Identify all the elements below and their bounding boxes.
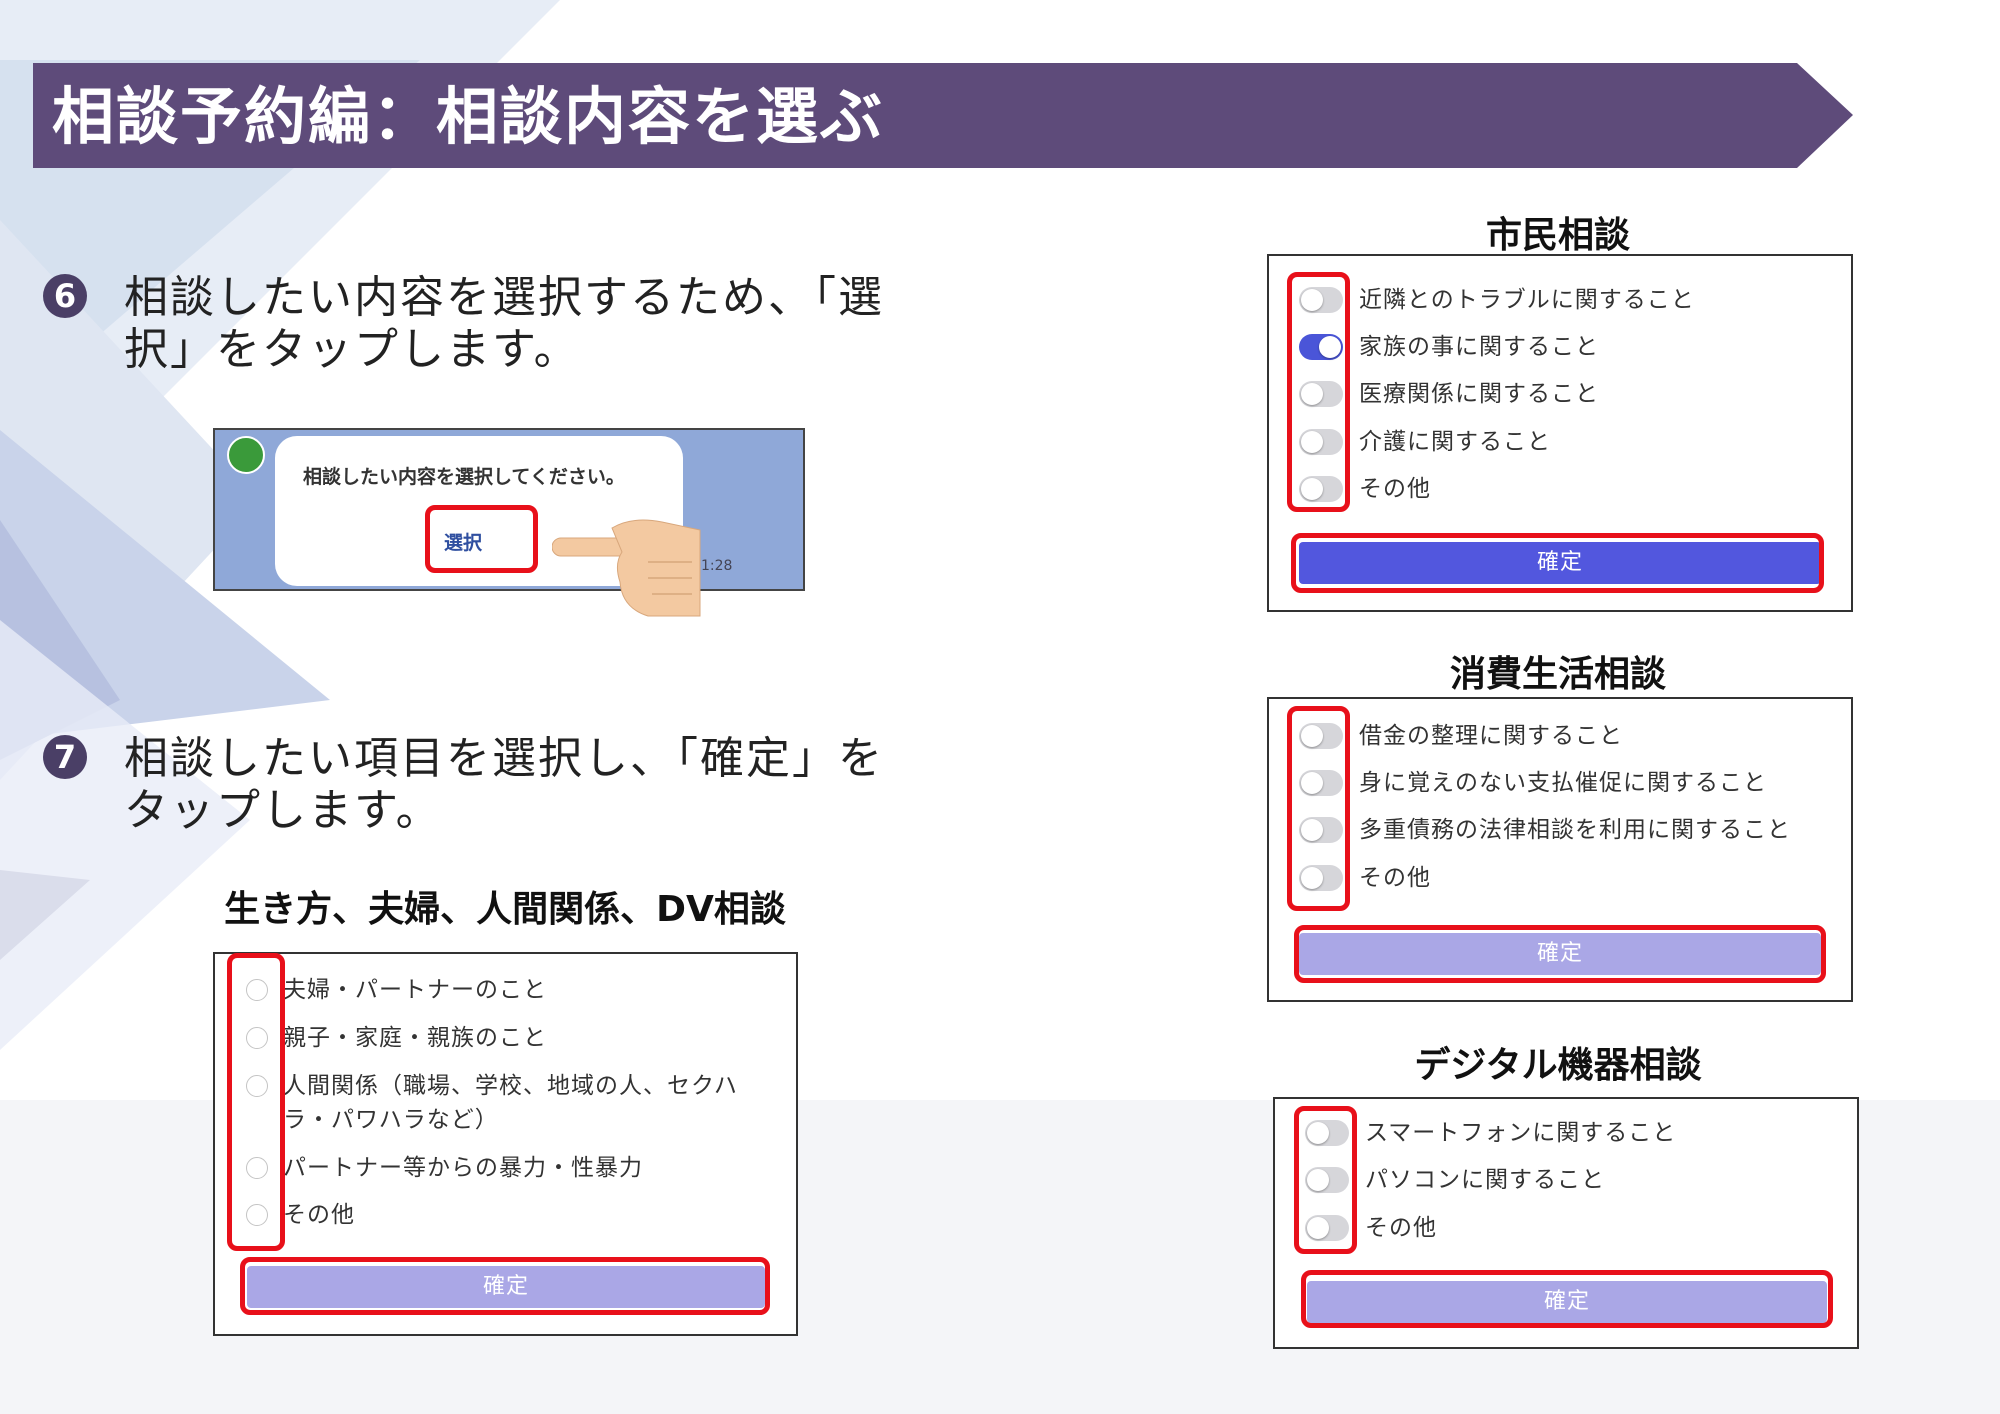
confirm-button[interactable]: 確定 bbox=[1307, 1281, 1827, 1323]
chat-message: 相談したい内容を選択してください。 bbox=[303, 466, 625, 488]
toggle-switch[interactable] bbox=[1299, 476, 1343, 502]
toggle-switch[interactable] bbox=[1299, 817, 1343, 843]
option-label: 介護に関すること bbox=[1359, 429, 1551, 455]
step-6-badge: 6 bbox=[43, 274, 87, 318]
option-label: パートナー等からの暴力・性暴力 bbox=[283, 1155, 643, 1181]
digital-heading: デジタル機器相談 bbox=[1414, 1045, 1702, 1086]
option-label: その他 bbox=[1359, 865, 1431, 891]
step-7-line1: 相談したい項目を選択し、「確定」を bbox=[124, 733, 884, 784]
step-6-text: 相談したい内容を選択するため、「選 択」をタップします。 bbox=[124, 272, 904, 376]
ikikata-panel: 夫婦・パートナーのこと 親子・家庭・親族のこと 人間関係（職場、学校、地域の人、… bbox=[213, 952, 798, 1336]
option-label: その他 bbox=[1365, 1215, 1437, 1241]
toggle-switch[interactable] bbox=[1305, 1120, 1349, 1146]
page-title: 相談予約編：相談内容を選ぶ bbox=[52, 80, 885, 153]
radio-option[interactable] bbox=[246, 979, 268, 1001]
chat-preview: 相談したい内容を選択してください。 選択 1:28 bbox=[213, 428, 805, 591]
shohi-heading: 消費生活相談 bbox=[1449, 654, 1666, 695]
option-label: 多重債務の法律相談を利用に関すること bbox=[1359, 817, 1791, 843]
radio-option[interactable] bbox=[246, 1157, 268, 1179]
option-label: 医療関係に関すること bbox=[1359, 381, 1599, 407]
option-label: パソコンに関すること bbox=[1365, 1167, 1605, 1193]
toggle-switch[interactable] bbox=[1305, 1215, 1349, 1241]
confirm-button[interactable]: 確定 bbox=[1299, 542, 1821, 584]
step-6-line1: 相談したい内容を選択するため、「選 bbox=[124, 272, 884, 323]
option-label: 近隣とのトラブルに関すること bbox=[1359, 287, 1695, 313]
pointing-hand-icon bbox=[552, 519, 701, 617]
option-label-continued: ラ・パワハラなど） bbox=[283, 1107, 499, 1133]
radio-option[interactable] bbox=[246, 1027, 268, 1049]
ikikata-heading: 生き方、夫婦、人間関係、DV相談 bbox=[224, 889, 786, 930]
option-label: 借金の整理に関すること bbox=[1359, 723, 1623, 749]
confirm-button[interactable]: 確定 bbox=[247, 1266, 765, 1308]
toggle-switch-on[interactable] bbox=[1299, 334, 1343, 360]
option-label: その他 bbox=[1359, 476, 1431, 502]
shimin-panel: 近隣とのトラブルに関すること 家族の事に関すること 医療関係に関すること 介護に… bbox=[1267, 254, 1853, 612]
toggle-switch[interactable] bbox=[1299, 381, 1343, 407]
digital-panel: スマートフォンに関すること パソコンに関すること その他 確定 bbox=[1273, 1097, 1859, 1349]
shimin-heading: 市民相談 bbox=[1485, 215, 1630, 256]
toggle-switch[interactable] bbox=[1299, 429, 1343, 455]
toggle-switch[interactable] bbox=[1299, 770, 1343, 796]
option-label: 身に覚えのない支払催促に関すること bbox=[1359, 770, 1767, 796]
toggle-switch[interactable] bbox=[1299, 287, 1343, 313]
shohi-panel: 借金の整理に関すること 身に覚えのない支払催促に関すること 多重債務の法律相談を… bbox=[1267, 697, 1853, 1002]
step-6-line2: 択」をタップします。 bbox=[124, 324, 580, 375]
option-label: 家族の事に関すること bbox=[1359, 334, 1599, 360]
step-7-line2: タップします。 bbox=[124, 785, 442, 836]
radio-option[interactable] bbox=[246, 1075, 268, 1097]
radio-option[interactable] bbox=[246, 1204, 268, 1226]
bot-avatar bbox=[227, 436, 265, 474]
step-7-text: 相談したい項目を選択し、「確定」を タップします。 bbox=[124, 733, 904, 837]
option-label: 夫婦・パートナーのこと bbox=[283, 977, 547, 1003]
toggle-switch[interactable] bbox=[1299, 723, 1343, 749]
confirm-button[interactable]: 確定 bbox=[1299, 933, 1821, 975]
option-label: 親子・家庭・親族のこと bbox=[283, 1025, 547, 1051]
option-label: その他 bbox=[283, 1202, 355, 1228]
toggle-switch[interactable] bbox=[1299, 865, 1343, 891]
option-label: スマートフォンに関すること bbox=[1365, 1120, 1677, 1146]
select-button[interactable]: 選択 bbox=[433, 528, 493, 558]
toggle-switch[interactable] bbox=[1305, 1167, 1349, 1193]
step-7-badge: 7 bbox=[43, 735, 87, 779]
